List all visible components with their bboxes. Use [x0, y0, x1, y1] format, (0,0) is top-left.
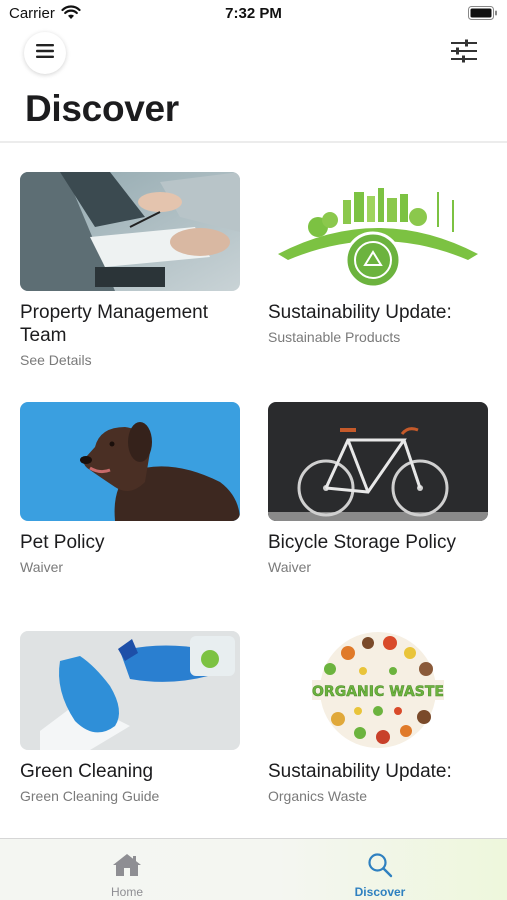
card-subtitle: Sustainable Products	[268, 329, 401, 345]
card-subtitle: Green Cleaning Guide	[20, 788, 160, 804]
menu-button[interactable]	[24, 32, 66, 74]
card-sustainability-organics[interactable]: ORGANIC WASTE Sustainability Update: Org…	[268, 631, 488, 804]
battery-icon	[468, 6, 498, 20]
tab-discover[interactable]: Discover	[300, 839, 460, 900]
clock: 7:32 PM	[225, 5, 282, 22]
card-bicycle-storage[interactable]: Bicycle Storage Policy Waiver	[268, 402, 488, 575]
card-subtitle: Organics Waste	[268, 788, 368, 804]
card-title: Pet Policy	[20, 532, 105, 553]
header-divider	[0, 141, 507, 143]
filter-button[interactable]	[449, 39, 479, 67]
card-sustainability-products[interactable]: Sustainability Update: Sustainable Produ…	[268, 172, 488, 345]
page-title: Discover	[25, 88, 179, 129]
card-image-bicycle	[268, 402, 488, 521]
tab-bar: Home Discover	[0, 838, 507, 900]
card-subtitle: Waiver	[20, 559, 64, 575]
card-subtitle: Waiver	[268, 559, 312, 575]
card-title: Sustainability Update:	[268, 761, 452, 782]
card-title: Green Cleaning	[20, 761, 154, 782]
card-image-organic-waste: ORGANIC WASTE	[268, 631, 488, 750]
card-title: Sustainability Update:	[268, 302, 452, 323]
card-title: Property Management Team	[20, 302, 208, 346]
tab-discover-label: Discover	[354, 885, 406, 899]
card-image-cleaning	[20, 631, 240, 750]
card-image-meeting	[20, 172, 240, 291]
tab-home[interactable]: Home	[47, 839, 207, 900]
card-property-management[interactable]: Property Management Team See Details	[20, 172, 240, 368]
sliders-icon	[450, 39, 478, 68]
card-image-dog	[20, 402, 240, 521]
card-subtitle: See Details	[20, 352, 92, 368]
card-green-cleaning[interactable]: Green Cleaning Green Cleaning Guide	[20, 631, 240, 804]
house-icon	[112, 852, 142, 878]
card-pet-policy[interactable]: Pet Policy Waiver	[20, 402, 240, 575]
status-bar: Carrier 7:32 PM	[0, 0, 507, 30]
tab-home-label: Home	[110, 885, 143, 899]
card-title: Bicycle Storage Policy	[268, 532, 456, 553]
card-image-green-city	[268, 172, 488, 291]
search-icon	[367, 852, 393, 878]
organic-waste-logo-text: ORGANIC WASTE	[312, 684, 444, 700]
hamburger-icon	[36, 43, 54, 63]
